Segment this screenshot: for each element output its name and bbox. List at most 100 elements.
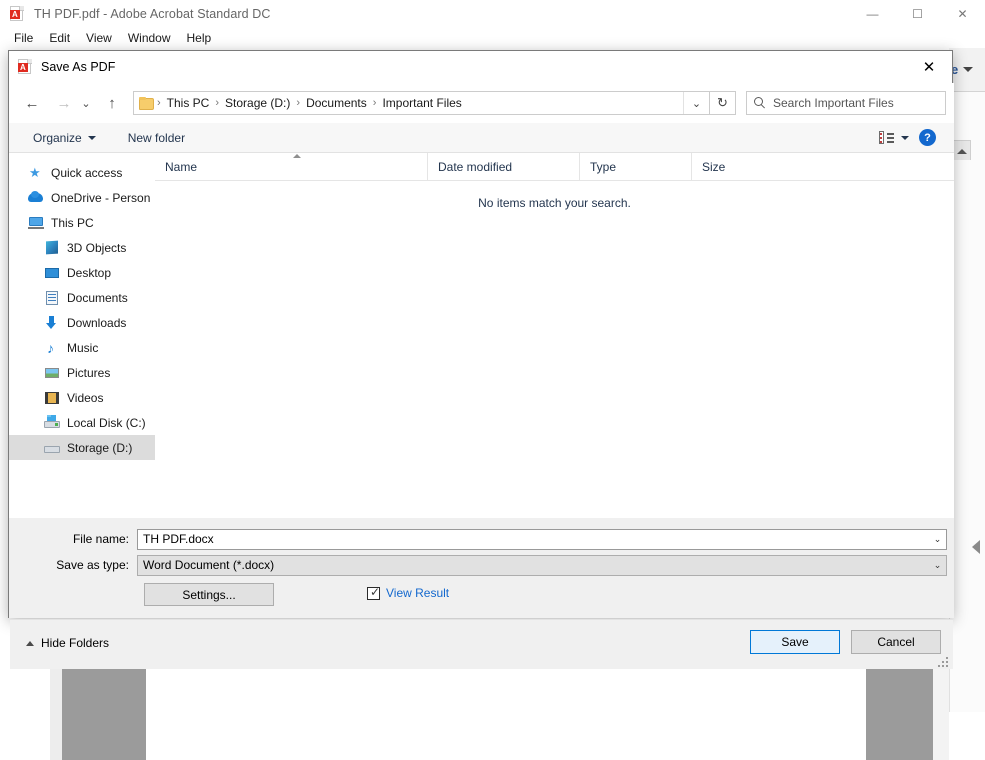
view-result-checkbox[interactable]: ✓ [367, 587, 380, 600]
dialog-command-bar: Organize New folder ? [9, 123, 954, 153]
dialog-body: ★ Quick access OneDrive - Person This PC… [9, 153, 954, 518]
sidebar-item-label: Downloads [67, 316, 126, 330]
file-list-column-headers: Name Date modified Type Size [155, 153, 954, 181]
tools-pane-tab[interactable] [951, 140, 971, 160]
menu-help[interactable]: Help [179, 29, 220, 47]
hide-folders-button[interactable]: Hide Folders [26, 636, 109, 650]
sidebar-item-label: Storage (D:) [67, 441, 132, 455]
navigation-sidebar: ★ Quick access OneDrive - Person This PC… [9, 153, 155, 518]
settings-button[interactable]: Settings... [144, 583, 274, 606]
help-button[interactable]: ? [919, 129, 936, 146]
sidebar-item-3d-objects[interactable]: 3D Objects [9, 235, 155, 260]
tools-panel [949, 92, 985, 712]
save-button[interactable]: Save [750, 630, 840, 654]
dialog-titlebar: A Save As PDF ✕ [9, 51, 952, 83]
column-header-name[interactable]: Name [155, 153, 427, 181]
save-as-type-label: Save as type: [9, 558, 137, 572]
save-as-pdf-dialog: A Save As PDF ✕ ← → ⌄ ↑ › This PC › Stor… [8, 50, 953, 618]
file-name-value[interactable]: TH PDF.docx [138, 532, 929, 546]
sidebar-item-label: Local Disk (C:) [67, 416, 146, 430]
dialog-form-area: File name: TH PDF.docx ⌄ Save as type: W… [9, 518, 954, 618]
hard-drive-icon [44, 440, 60, 456]
new-folder-button[interactable]: New folder [122, 128, 191, 148]
file-name-input[interactable]: TH PDF.docx ⌄ [137, 529, 947, 550]
column-label: Name [165, 160, 197, 174]
download-icon [44, 315, 60, 331]
chevron-down-icon[interactable]: ⌄ [929, 556, 946, 575]
save-as-type-select[interactable]: Word Document (*.docx) ⌄ [137, 555, 947, 576]
chevron-down-icon[interactable] [963, 67, 973, 72]
organize-button[interactable]: Organize [27, 128, 102, 148]
close-button[interactable]: ✕ [940, 0, 985, 28]
chevron-down-icon [901, 136, 909, 140]
sidebar-item-documents[interactable]: Documents [9, 285, 155, 310]
refresh-button[interactable]: ↻ [710, 91, 736, 115]
desktop-icon [44, 265, 60, 281]
sidebar-item-desktop[interactable]: Desktop [9, 260, 155, 285]
empty-list-message: No items match your search. [155, 196, 954, 210]
view-result-label[interactable]: View Result [386, 586, 449, 600]
chevron-up-icon [957, 149, 967, 154]
breadcrumb-important-files[interactable]: Important Files [379, 94, 464, 112]
sidebar-item-label: Music [67, 341, 98, 355]
column-header-date-modified[interactable]: Date modified [427, 153, 579, 181]
menu-edit[interactable]: Edit [41, 29, 78, 47]
sidebar-item-local-disk-c[interactable]: Local Disk (C:) [9, 410, 155, 435]
column-header-size[interactable]: Size [691, 153, 769, 181]
dialog-title: Save As PDF [41, 60, 115, 74]
document-vertical-scrollbar[interactable] [933, 662, 949, 760]
chevron-down-icon [88, 136, 96, 140]
search-box[interactable]: Search Important Files [746, 91, 946, 115]
cube-icon [44, 240, 60, 256]
window-controls: — ☐ ✕ [850, 0, 985, 28]
menu-file[interactable]: File [6, 29, 41, 47]
chevron-down-icon[interactable]: ⌄ [929, 530, 946, 549]
app-title: TH PDF.pdf - Adobe Acrobat Standard DC [34, 7, 271, 21]
view-result-checkbox-group[interactable]: ✓ View Result [367, 586, 449, 600]
menu-window[interactable]: Window [120, 29, 179, 47]
up-one-level-button[interactable]: ↑ [99, 90, 125, 116]
breadcrumb-documents[interactable]: Documents [303, 94, 370, 112]
sidebar-item-onedrive[interactable]: OneDrive - Person [9, 185, 155, 210]
app-titlebar: A TH PDF.pdf - Adobe Acrobat Standard DC… [0, 0, 985, 28]
maximize-button[interactable]: ☐ [895, 0, 940, 28]
breadcrumb-storage-d[interactable]: Storage (D:) [222, 94, 293, 112]
breadcrumb-separator: › [293, 97, 303, 109]
resize-grip[interactable] [938, 655, 950, 667]
menu-bar: File Edit View Window Help [0, 28, 985, 48]
sidebar-item-this-pc[interactable]: This PC [9, 210, 155, 235]
breadcrumb-this-pc[interactable]: This PC [164, 94, 213, 112]
recent-locations-button[interactable]: ⌄ [77, 90, 95, 116]
column-header-type[interactable]: Type [579, 153, 691, 181]
hide-folders-label: Hide Folders [41, 636, 109, 650]
sidebar-item-pictures[interactable]: Pictures [9, 360, 155, 385]
pictures-icon [44, 365, 60, 381]
sidebar-item-quick-access[interactable]: ★ Quick access [9, 160, 155, 185]
folder-icon [139, 97, 154, 110]
forward-button[interactable]: → [51, 90, 77, 116]
address-dropdown-button[interactable]: ⌄ [683, 92, 709, 114]
videos-icon [44, 390, 60, 406]
organize-label: Organize [33, 131, 82, 145]
minimize-button[interactable]: — [850, 0, 895, 28]
dialog-close-button[interactable]: ✕ [906, 51, 952, 83]
sidebar-item-label: This PC [51, 216, 94, 230]
address-bar[interactable]: › This PC › Storage (D:) › Documents › I… [133, 91, 710, 115]
documents-icon [44, 290, 60, 306]
cancel-button[interactable]: Cancel [851, 630, 941, 654]
menu-view[interactable]: View [78, 29, 120, 47]
back-button[interactable]: ← [19, 90, 45, 116]
acrobat-main-window: A TH PDF.pdf - Adobe Acrobat Standard DC… [0, 0, 985, 712]
sidebar-item-storage-d[interactable]: Storage (D:) [9, 435, 155, 460]
breadcrumb-separator: › [154, 97, 164, 109]
sidebar-item-videos[interactable]: Videos [9, 385, 155, 410]
collapse-pane-arrow-icon[interactable] [972, 540, 980, 554]
breadcrumb-separator: › [212, 97, 222, 109]
dialog-button-bar: Hide Folders Save Cancel [10, 619, 953, 669]
view-mode-button[interactable] [875, 128, 913, 147]
sidebar-item-downloads[interactable]: Downloads [9, 310, 155, 335]
file-name-row: File name: TH PDF.docx ⌄ [9, 528, 954, 550]
sidebar-item-label: OneDrive - Person [51, 191, 150, 205]
column-label: Size [702, 160, 725, 174]
sidebar-item-music[interactable]: ♪ Music [9, 335, 155, 360]
